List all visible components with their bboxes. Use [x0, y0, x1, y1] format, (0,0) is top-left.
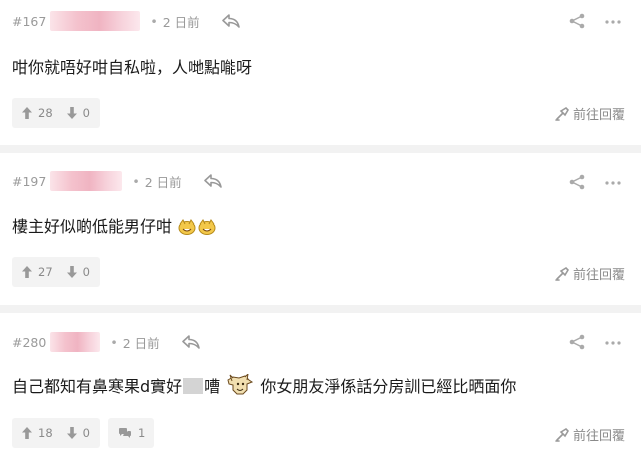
username-blurred[interactable] [50, 332, 101, 352]
comment-count: 1 [138, 426, 146, 440]
goto-reply-button[interactable]: 前往回覆 [555, 425, 625, 444]
goto-reply-icon [555, 106, 569, 121]
comment-icon [119, 428, 131, 438]
downvote-icon [66, 266, 77, 278]
separator-dot: • [150, 13, 158, 29]
downvote-icon [66, 107, 77, 119]
upvote-count: 27 [38, 265, 53, 279]
downvote-count: 0 [82, 106, 90, 120]
post-time: 2 日前 [144, 174, 182, 190]
floor-number[interactable]: #167 [12, 14, 46, 29]
reply-post: #197 • 2 日前 樓主好似啲低能男仔咁 27 0 前往回覆 [0, 153, 641, 305]
post-text-part-3: 你女朋友淨係話分房訓已經比晒面你 [255, 377, 517, 396]
separator-dot: • [132, 173, 140, 189]
goto-reply-button[interactable]: 前往回覆 [555, 264, 625, 283]
post-divider [0, 145, 641, 153]
username-blurred[interactable] [50, 171, 123, 191]
laugh-emoji-icon [198, 219, 216, 235]
vote-box: 28 0 [12, 98, 100, 128]
upvote-icon [22, 427, 32, 439]
floor-number[interactable]: #197 [12, 174, 46, 189]
post-meta: #197 • 2 日前 [12, 170, 222, 192]
post-content: 自己都知有鼻寒果d實好 嘈 你女朋友淨係話分房訓已經比晒面你 [12, 373, 516, 397]
reply-icon[interactable] [221, 14, 240, 28]
reply-icon[interactable] [203, 174, 222, 188]
downvote-count: 0 [82, 265, 90, 279]
post-text-part-1: 自己都知有鼻寒果d實好 [12, 377, 183, 396]
dog-emoji-icon [227, 374, 254, 395]
reply-post: #167 • 2 日前 咁你就唔好咁自私啦，人哋點𠹌呀 28 0 前往回覆 [0, 0, 641, 145]
post-content: 咁你就唔好咁自私啦，人哋點𠹌呀 [12, 58, 253, 77]
upvote-count: 18 [38, 426, 53, 440]
post-time: 2 日前 [122, 335, 160, 351]
post-text-part-2: 嘈 [204, 377, 221, 396]
username-blurred[interactable] [50, 11, 141, 31]
reply-icon[interactable] [181, 335, 200, 349]
upvote-button[interactable]: 18 [22, 426, 53, 440]
goto-reply-button[interactable]: 前往回覆 [555, 104, 625, 123]
post-content: 樓主好似啲低能男仔咁 [12, 213, 217, 237]
upvote-button[interactable]: 27 [22, 265, 53, 279]
upvote-button[interactable]: 28 [22, 106, 53, 120]
downvote-button[interactable]: 0 [66, 106, 90, 120]
separator-dot: • [110, 334, 118, 350]
post-meta: #167 • 2 日前 [12, 10, 240, 32]
share-icon[interactable] [569, 174, 585, 190]
more-icon[interactable] [605, 20, 621, 24]
share-icon[interactable] [569, 334, 585, 350]
downvote-icon [66, 427, 77, 439]
vote-box: 27 0 [12, 257, 100, 287]
goto-reply-label: 前往回覆 [572, 108, 625, 123]
vote-box: 18 0 [12, 418, 100, 448]
comment-button[interactable]: 1 [108, 418, 154, 448]
more-icon[interactable] [605, 341, 621, 345]
downvote-button[interactable]: 0 [66, 426, 90, 440]
reply-post: #280 • 2 日前 自己都知有鼻寒果d實好 嘈 你女朋友淨係話分房訓已經比晒面… [0, 313, 641, 460]
more-icon[interactable] [605, 181, 621, 185]
post-meta: #280 • 2 日前 [12, 331, 200, 353]
upvote-icon [22, 266, 32, 278]
floor-number[interactable]: #280 [12, 335, 46, 350]
goto-reply-icon [555, 427, 569, 442]
upvote-count: 28 [38, 106, 53, 120]
goto-reply-label: 前往回覆 [572, 268, 625, 283]
censored-text [183, 378, 204, 394]
downvote-count: 0 [82, 426, 90, 440]
post-divider [0, 305, 641, 313]
upvote-icon [22, 107, 32, 119]
post-time: 2 日前 [162, 14, 200, 30]
post-text: 樓主好似啲低能男仔咁 [12, 217, 173, 236]
downvote-button[interactable]: 0 [66, 265, 90, 279]
share-icon[interactable] [569, 13, 585, 29]
laugh-emoji-icon [178, 219, 196, 235]
goto-reply-label: 前往回覆 [572, 429, 625, 444]
goto-reply-icon [555, 266, 569, 281]
